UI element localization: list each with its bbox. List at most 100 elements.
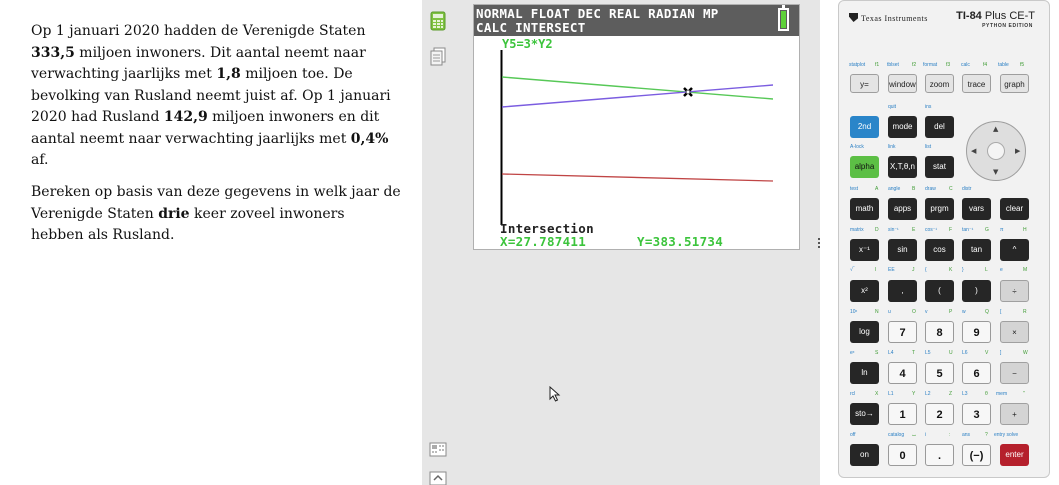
key-sin[interactable]: sin: [888, 239, 917, 261]
label-q: Q: [985, 309, 989, 315]
label-ans: ans: [962, 432, 971, 438]
key-8[interactable]: 8: [925, 321, 954, 343]
status-bar: NORMAL FLOAT DEC REAL RADIAN MP CALC INT…: [474, 5, 799, 36]
key-comma[interactable]: ,: [888, 280, 917, 302]
key-1[interactable]: 1: [888, 403, 917, 425]
label-calc: calc: [961, 62, 970, 68]
label-question: ?: [985, 432, 988, 438]
key-divide[interactable]: ÷: [1000, 280, 1029, 302]
line-red: [501, 173, 773, 182]
label-a: A: [875, 186, 879, 192]
key-enter[interactable]: enter: [1000, 444, 1029, 466]
key-5[interactable]: 5: [925, 362, 954, 384]
label-g: G: [985, 227, 989, 233]
key-4[interactable]: 4: [888, 362, 917, 384]
us-population: 333,5: [31, 44, 75, 61]
expand-icon[interactable]: [429, 470, 447, 485]
key-6[interactable]: 6: [962, 362, 991, 384]
arrow-up-icon[interactable]: ▲: [993, 125, 998, 133]
calculator-screen: NORMAL FLOAT DEC REAL RADIAN MP CALC INT…: [473, 4, 800, 250]
arrow-right-icon[interactable]: ▶: [1015, 147, 1020, 155]
copy-screen-icon[interactable]: [429, 47, 447, 67]
arrow-pad[interactable]: ▲ ▼ ◀ ▶: [966, 121, 1026, 181]
label-link: link: [888, 144, 896, 150]
key-vars[interactable]: vars: [962, 198, 991, 220]
label-ee: EE: [888, 267, 895, 273]
key-ln[interactable]: ln: [850, 362, 879, 384]
key-del[interactable]: del: [925, 116, 954, 138]
label-tenx: 10ˣ: [850, 309, 858, 315]
key-cos[interactable]: cos: [925, 239, 954, 261]
key-zoom[interactable]: zoom: [925, 74, 954, 93]
key-log[interactable]: log: [850, 321, 879, 343]
label-m: M: [1023, 267, 1028, 273]
key-lparen[interactable]: (: [925, 280, 954, 302]
label-pi: π: [1000, 227, 1004, 233]
key-subtract[interactable]: −: [1000, 362, 1029, 384]
label-matrix: matrix: [850, 227, 864, 233]
label-lbrace: {: [925, 267, 927, 273]
key-on[interactable]: on: [850, 444, 879, 466]
key-2[interactable]: 2: [925, 403, 954, 425]
key-tan[interactable]: tan: [962, 239, 991, 261]
key-0[interactable]: 0: [888, 444, 917, 466]
brand-logo: Texas Instruments: [849, 13, 928, 23]
label-i-imag: i: [925, 432, 927, 438]
label-l6: L6: [962, 350, 968, 356]
label-r: R: [1023, 309, 1027, 315]
label-f: F: [949, 227, 953, 233]
key-alpha[interactable]: alpha: [850, 156, 879, 178]
arrow-pad-center: [987, 142, 1005, 160]
label-angle: angle: [888, 186, 901, 192]
key-add[interactable]: +: [1000, 403, 1029, 425]
key-prgm[interactable]: prgm: [925, 198, 954, 220]
key-power[interactable]: ^: [1000, 239, 1029, 261]
key-xton[interactable]: X,T,θ,n: [888, 156, 917, 178]
label-e-const: e: [1000, 267, 1003, 273]
label-entry-solve: entry solve: [994, 432, 1019, 438]
key-9[interactable]: 9: [962, 321, 991, 343]
key-multiply[interactable]: ×: [1000, 321, 1029, 343]
key-negative[interactable]: (−): [962, 444, 991, 466]
arrow-left-icon[interactable]: ◀: [971, 147, 976, 155]
key-square[interactable]: x²: [850, 280, 879, 302]
label-e: E: [912, 227, 916, 233]
key-3[interactable]: 3: [962, 403, 991, 425]
label-f5: f5: [1020, 62, 1025, 68]
russia-population: 142,9: [163, 109, 208, 125]
label-table: table: [998, 62, 1009, 68]
key-apps[interactable]: apps: [888, 198, 917, 220]
key-y-equals[interactable]: y=: [850, 74, 879, 93]
arrow-down-icon[interactable]: ▼: [993, 168, 998, 176]
emphasis-three: drie: [158, 205, 190, 222]
question-paragraph-1: Op 1 januari 2020 hadden de Verenigde St…: [31, 21, 401, 172]
label-asin: sin⁻¹: [888, 227, 899, 233]
label-w: w: [962, 309, 966, 315]
key-graph[interactable]: graph: [1000, 74, 1029, 93]
label-tblset: tblset: [887, 62, 899, 68]
model-name: TI-84 Plus CE-T: [956, 10, 1035, 22]
key-7[interactable]: 7: [888, 321, 917, 343]
key-inverse[interactable]: x⁻¹: [850, 239, 879, 261]
label-l: L: [985, 267, 988, 273]
key-mode[interactable]: mode: [888, 116, 917, 138]
us-growth: 1,8: [216, 66, 241, 82]
key-clear[interactable]: clear: [1000, 198, 1029, 220]
key-window[interactable]: window: [888, 74, 917, 93]
y-readout: Y=383.51734: [637, 234, 724, 249]
key-trace[interactable]: trace: [962, 74, 991, 93]
keypad-layout-icon[interactable]: [429, 440, 447, 460]
label-catalog: catalog: [888, 432, 905, 438]
calculator-icon[interactable]: [429, 11, 447, 31]
key-stat[interactable]: stat: [925, 156, 954, 178]
edition-label: PYTHON EDITION: [982, 23, 1033, 29]
label-l3: L3: [962, 391, 968, 397]
key-2nd[interactable]: 2nd: [850, 116, 879, 138]
key-sto[interactable]: sto→: [850, 403, 879, 425]
key-rparen[interactable]: ): [962, 280, 991, 302]
panel-resize-handle[interactable]: [818, 238, 821, 252]
label-format: format: [923, 62, 938, 68]
key-math[interactable]: math: [850, 198, 879, 220]
label-f3: f3: [946, 62, 951, 68]
key-decimal[interactable]: .: [925, 444, 954, 466]
